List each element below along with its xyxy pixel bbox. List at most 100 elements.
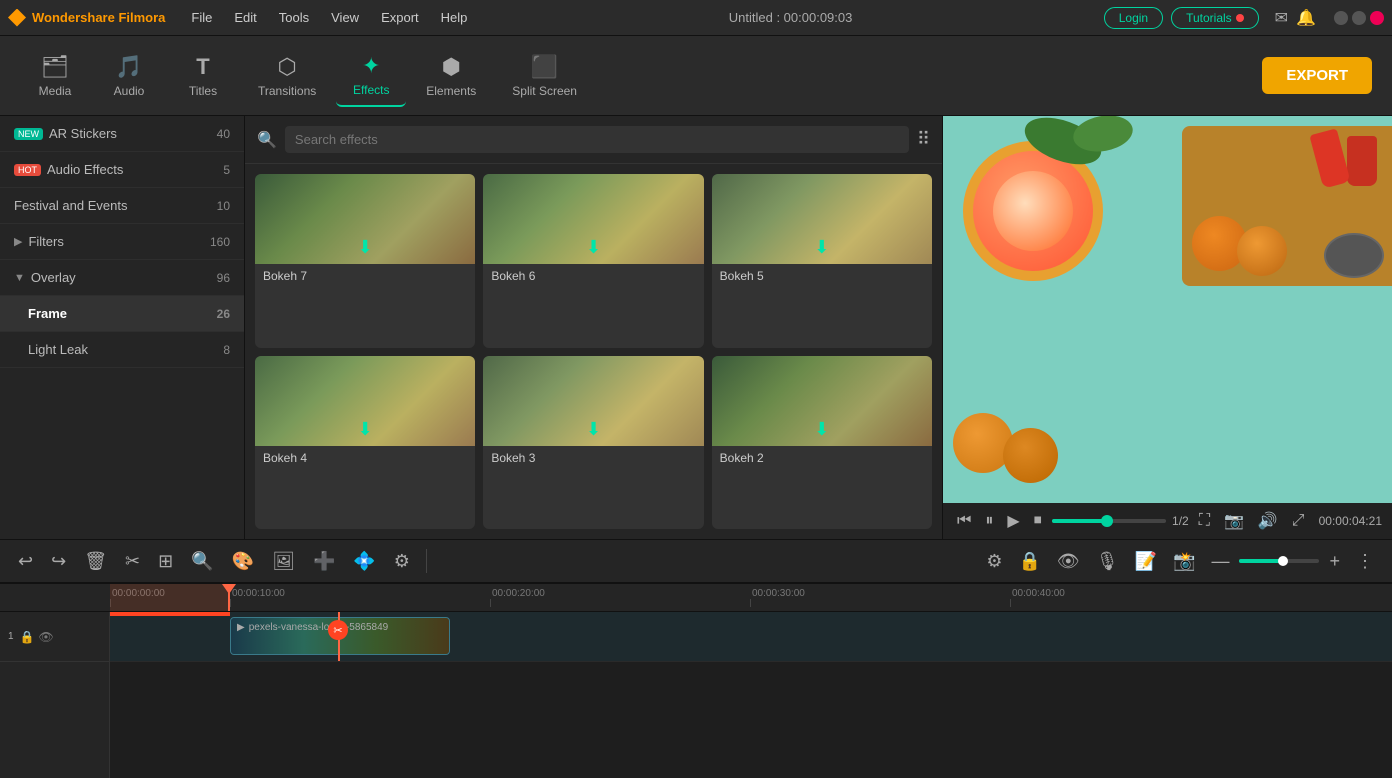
ruler-label-3: 00:00:30:00	[750, 588, 805, 599]
effect-thumb-bokeh7: ⬇	[255, 174, 475, 264]
transitions-label: Transitions	[258, 84, 316, 98]
effects-tool-button[interactable]: 💠	[347, 547, 381, 576]
undo-button[interactable]: ↩	[12, 547, 39, 576]
wooden-board	[1182, 126, 1392, 286]
zoom-slider[interactable]	[1239, 559, 1319, 563]
frame-back-button[interactable]: ⏸	[981, 510, 997, 532]
audio-tool-button[interactable]: ⚙	[388, 547, 416, 576]
audio-label: Audio	[114, 84, 145, 98]
main-track-row: ▶ pexels-vanessa-loring-5865849 ✂	[110, 612, 1392, 662]
toolbar-titles[interactable]: T Titles	[168, 46, 238, 106]
volume-icon[interactable]: 🔊	[1254, 509, 1282, 533]
toolbar-transitions[interactable]: ⬡ Transitions	[242, 46, 332, 106]
sidebar-item-frame[interactable]: Frame 26	[0, 296, 244, 332]
sidebar-item-light-leak[interactable]: Light Leak 8	[0, 332, 244, 368]
toolbar-audio[interactable]: 🎵 Audio	[94, 46, 164, 106]
chili-pepper2	[1309, 128, 1350, 188]
menu-help[interactable]: Help	[431, 6, 478, 29]
download-icon-bokeh4: ⬇	[358, 419, 373, 440]
notification-icon[interactable]: 🔔	[1296, 8, 1316, 28]
expand-icon[interactable]: ⤢	[1288, 510, 1309, 532]
grid-view-button[interactable]: ⠿	[917, 129, 930, 150]
elements-icon: ⬢	[442, 54, 461, 80]
menu-edit[interactable]: Edit	[224, 6, 266, 29]
playhead-range-bar	[110, 612, 230, 616]
play-button[interactable]: ▶	[1003, 509, 1023, 533]
zoom-in-button[interactable]: +	[1323, 547, 1346, 576]
effect-card-bokeh7[interactable]: ⬇ Bokeh 7	[255, 174, 475, 348]
screenshot-tool-button[interactable]: 📸	[1167, 547, 1201, 576]
menu-tools[interactable]: Tools	[269, 6, 319, 29]
redo-button[interactable]: ↪	[45, 547, 72, 576]
sidebar-item-filters[interactable]: ▶ Filters 160	[0, 224, 244, 260]
add-button[interactable]: ➕	[307, 547, 341, 576]
frame-count: 26	[217, 307, 230, 321]
lock-button[interactable]: 🔒	[1013, 547, 1047, 576]
more-button[interactable]: ⋮	[1350, 547, 1380, 576]
audio-effects-count: 5	[223, 163, 230, 177]
crop-button[interactable]: ⊞	[152, 547, 179, 576]
download-icon-bokeh7: ⬇	[358, 237, 373, 258]
main-toolbar: 🗂 Media 🎵 Audio T Titles ⬡ Transitions ✦…	[0, 36, 1392, 116]
sidebar-item-festival-events[interactable]: Festival and Events 10	[0, 188, 244, 224]
menu-export[interactable]: Export	[371, 6, 429, 29]
effects-grid: ⬇ Bokeh 7 ⬇ Bokeh 6 ⬇ Bokeh 5 ⬇	[245, 164, 942, 539]
voice-button[interactable]: 🎙	[1090, 547, 1125, 576]
step-back-button[interactable]: ⏮	[953, 510, 975, 532]
zoom-in-timeline-button[interactable]: 🔍	[185, 547, 219, 576]
close-button[interactable]: ✕	[1370, 11, 1384, 25]
overlay-count: 96	[217, 271, 230, 285]
overlay-chevron-icon: ▼	[14, 272, 25, 284]
lock-track-icon[interactable]: 🔒	[20, 630, 35, 644]
progress-bar[interactable]	[1052, 519, 1166, 523]
screenshot-icon[interactable]: 📷	[1220, 509, 1248, 533]
ar-stickers-count: 40	[217, 127, 230, 141]
image-button[interactable]: 🖼	[266, 547, 301, 576]
visibility-button[interactable]: 👁	[1051, 547, 1086, 576]
menu-view[interactable]: View	[321, 6, 369, 29]
toolbar-elements[interactable]: ⬢ Elements	[410, 46, 492, 106]
effect-card-bokeh6[interactable]: ⬇ Bokeh 6	[483, 174, 703, 348]
visibility-track-icon[interactable]: 👁	[39, 630, 54, 644]
effects-icon: ✦	[362, 53, 380, 79]
search-input[interactable]	[285, 126, 909, 153]
export-button[interactable]: EXPORT	[1262, 57, 1372, 94]
delete-button[interactable]: 🗑	[78, 547, 113, 576]
mail-icon[interactable]: ✉	[1275, 8, 1288, 28]
effects-sidebar: NEW AR Stickers 40 HOT Audio Effects 5 F…	[0, 116, 245, 539]
zoom-select[interactable]: 1/2	[1172, 514, 1189, 528]
title-icons: ✉ 🔔	[1275, 8, 1316, 28]
light-leak-count: 8	[223, 343, 230, 357]
menu-file[interactable]: File	[181, 6, 222, 29]
toolbar-media[interactable]: 🗂 Media	[20, 46, 90, 106]
effects-search-bar: 🔍 ⠿	[245, 116, 942, 164]
tutorials-button[interactable]: Tutorials	[1171, 7, 1259, 29]
toolbar-split-screen[interactable]: ⬛ Split Screen	[496, 46, 593, 106]
ruler-label-1: 00:00:10:00	[230, 588, 285, 599]
maximize-button[interactable]: □	[1352, 11, 1366, 25]
toolbar-effects[interactable]: ✦ Effects	[336, 45, 406, 107]
preview-time: 00:00:04:21	[1319, 514, 1382, 528]
effect-card-bokeh5[interactable]: ⬇ Bokeh 5	[712, 174, 932, 348]
fullscreen-icon[interactable]: ⛶	[1195, 510, 1214, 532]
effect-card-bokeh3[interactable]: ⬇ Bokeh 3	[483, 356, 703, 530]
playhead-region	[110, 584, 230, 611]
effects-label: Effects	[353, 83, 389, 97]
audio-icon: 🎵	[115, 54, 142, 80]
effect-card-bokeh2[interactable]: ⬇ Bokeh 2	[712, 356, 932, 530]
minimize-button[interactable]: —	[1334, 11, 1348, 25]
subtitle-button[interactable]: 📝	[1129, 547, 1163, 576]
download-icon-bokeh6: ⬇	[586, 237, 601, 258]
effect-card-bokeh4[interactable]: ⬇ Bokeh 4	[255, 356, 475, 530]
zoom-out-button[interactable]: —	[1205, 547, 1235, 576]
stop-button[interactable]: ⏹	[1030, 510, 1046, 532]
sidebar-item-overlay[interactable]: ▼ Overlay 96	[0, 260, 244, 296]
ruler-mark-3: 00:00:30:00	[750, 588, 1010, 607]
color-button[interactable]: 🎨	[226, 547, 260, 576]
sidebar-item-ar-stickers[interactable]: NEW AR Stickers 40	[0, 116, 244, 152]
filters-count: 160	[210, 235, 230, 249]
cut-button[interactable]: ✂	[119, 547, 146, 576]
track-settings-button[interactable]: ⚙	[980, 547, 1008, 576]
sidebar-item-audio-effects[interactable]: HOT Audio Effects 5	[0, 152, 244, 188]
login-button[interactable]: Login	[1104, 7, 1163, 29]
